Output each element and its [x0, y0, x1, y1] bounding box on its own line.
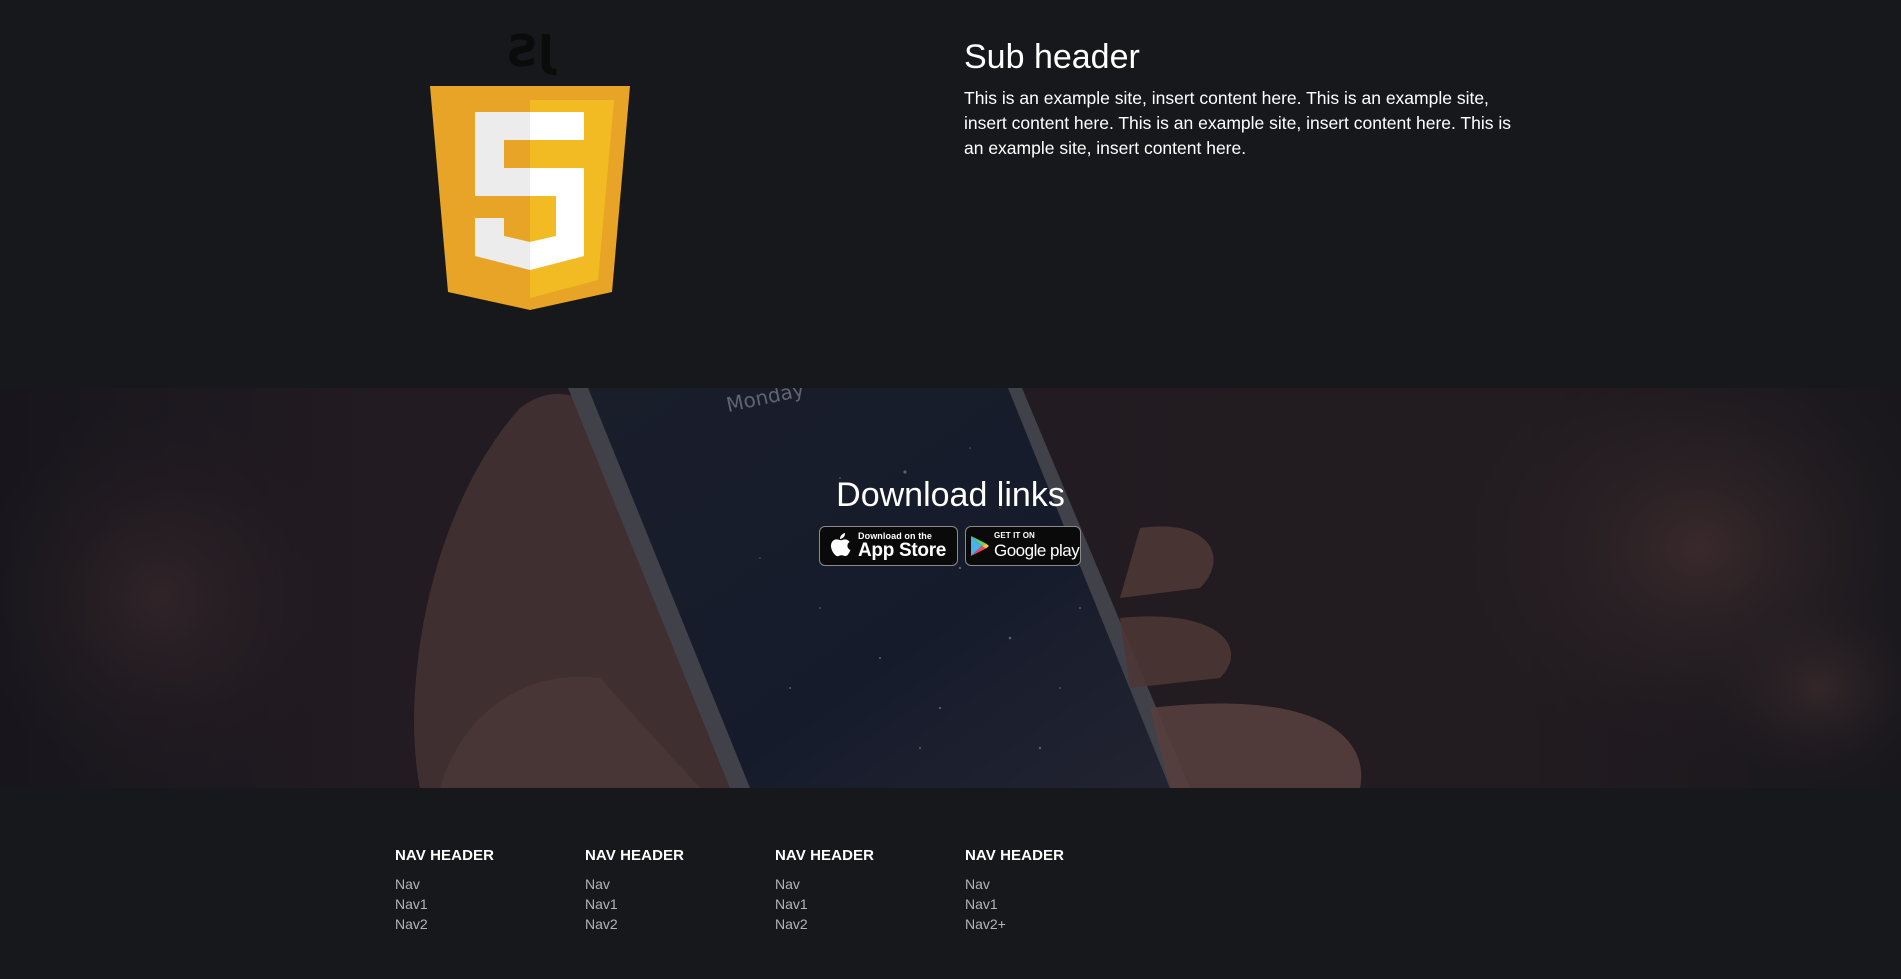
js-logo: JS [428, 28, 632, 314]
sub-header: Sub header [964, 38, 1140, 76]
store-badges: Download on the App Store GET IT ON Goog… [819, 526, 1081, 568]
nav-link[interactable]: Nav1 [965, 894, 1145, 914]
nav-link[interactable]: Nav2 [395, 914, 575, 934]
page: JS Sub header This is an example site, i… [0, 0, 1901, 979]
google-play-big-text: Google play [994, 541, 1080, 560]
app-store-big-text: App Store [858, 540, 947, 561]
nav-link[interactable]: Nav2 [585, 914, 765, 934]
download-section: Monday Download links Download on the Ap [0, 388, 1901, 788]
nav-header: NAV HEADER [965, 847, 1065, 864]
google-play-labels: GET IT ON Google play [994, 531, 1080, 561]
app-store-labels: Download on the App Store [858, 531, 946, 561]
intro-section: JS Sub header This is an example site, i… [0, 0, 1901, 388]
footer: NAV HEADER Nav Nav1 Nav2 NAV HEADER Nav … [0, 788, 1901, 979]
footer-nav-column-4: NAV HEADER Nav Nav1 Nav2+ [965, 846, 1145, 934]
nav-link[interactable]: Nav1 [585, 894, 765, 914]
nav-link[interactable]: Nav [965, 874, 1145, 894]
nav-link[interactable]: Nav1 [395, 894, 575, 914]
logo-text: JS [506, 28, 557, 77]
download-title: Download links [836, 476, 1065, 514]
nav-header: NAV HEADER [585, 847, 685, 864]
nav-link[interactable]: Nav [395, 874, 575, 894]
footer-nav-column-1: NAV HEADER Nav Nav1 Nav2 [395, 846, 575, 934]
nav-header: NAV HEADER [775, 847, 875, 864]
nav-link[interactable]: Nav [775, 874, 955, 894]
nav-header: NAV HEADER [395, 847, 495, 864]
play-triangle-icon [970, 535, 990, 557]
apple-icon [830, 533, 852, 559]
google-play-button[interactable]: GET IT ON Google play [965, 526, 1081, 566]
nav-link[interactable]: Nav2+ [965, 914, 1145, 934]
intro-paragraph: This is an example site, insert content … [964, 88, 1511, 158]
nav-link[interactable]: Nav1 [775, 894, 955, 914]
google-play-small-text: GET IT ON [994, 531, 1035, 540]
hero-background-image: Monday [0, 388, 1901, 788]
nav-link[interactable]: Nav2 [775, 914, 955, 934]
footer-nav-column-3: NAV HEADER Nav Nav1 Nav2 [775, 846, 955, 934]
footer-nav-column-2: NAV HEADER Nav Nav1 Nav2 [585, 846, 765, 934]
intro-text: Sub header This is an example site, inse… [964, 36, 1524, 161]
app-store-button[interactable]: Download on the App Store [819, 526, 958, 566]
nav-link[interactable]: Nav [585, 874, 765, 894]
